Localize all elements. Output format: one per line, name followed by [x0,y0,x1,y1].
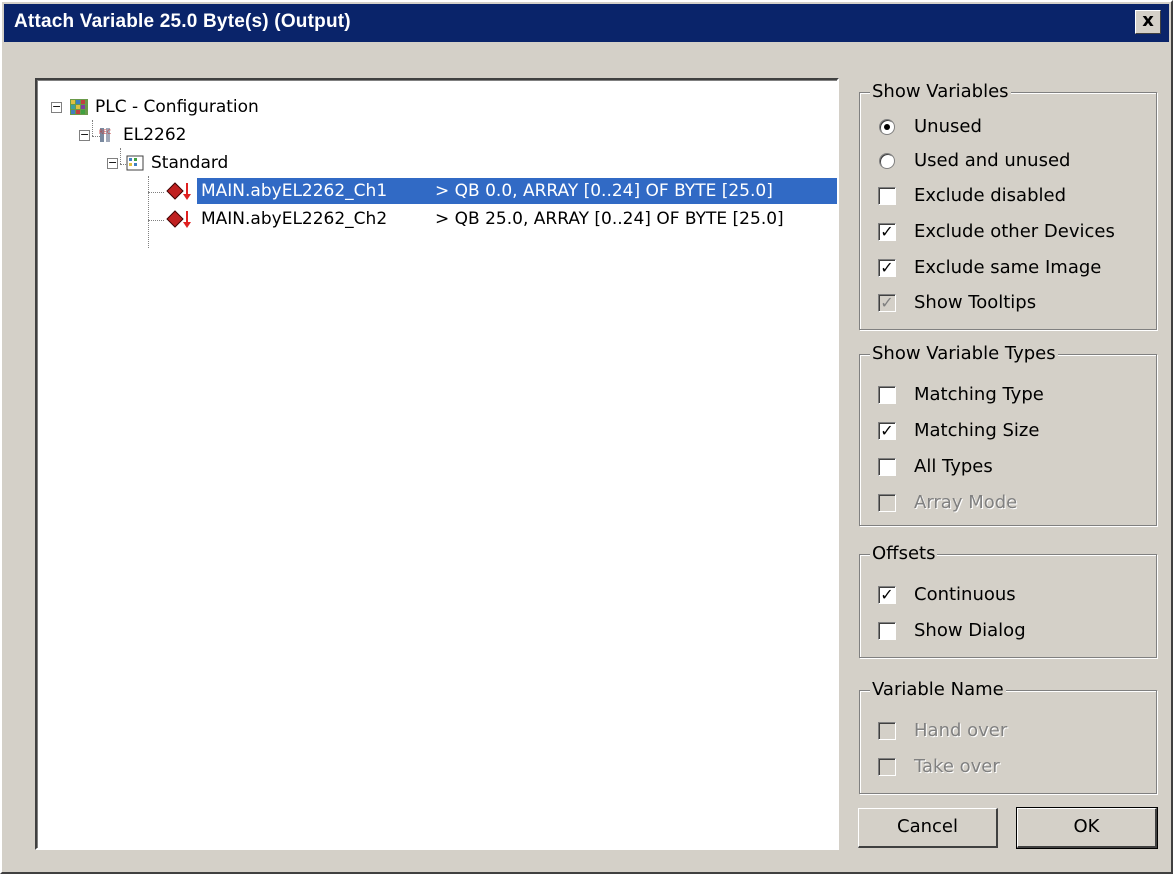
output-variable-icon [166,210,191,228]
folder-icon [126,155,144,171]
tree-node-label: Standard [151,153,229,173]
group-title: Variable Name [870,679,1006,700]
option-label: Exclude other Devices [914,221,1115,242]
checkbox[interactable]: ✓ [878,586,896,604]
tree-connector [120,148,121,164]
checkbox[interactable]: ✓ [878,223,896,241]
group-title: Show Variables [870,81,1011,102]
option-label: Unused [914,116,982,137]
radio-button[interactable] [879,153,895,169]
tree-connector [148,176,149,248]
option-label: Array Mode [914,492,1018,513]
variable-tree[interactable]: − PLC - Configuration − REC EL2262 − Sta… [35,78,839,850]
option-label: Continuous [914,584,1016,605]
tree-node-label: PLC - Configuration [95,97,259,117]
option-label: Matching Type [914,384,1044,405]
checkbox[interactable] [878,187,896,205]
cancel-button[interactable]: Cancel [858,808,998,848]
tree-connector [92,120,93,136]
checkbox[interactable]: ✓ [878,294,896,312]
checkbox[interactable] [878,458,896,476]
svg-text:REC: REC [99,129,111,136]
option-label: Show Tooltips [914,292,1037,313]
dialog-title: Attach Variable 25.0 Byte(s) (Output) [14,11,351,32]
offsets-group: Offsets ✓ Continuous Show Dialog [859,543,1157,658]
option-label: Take over [914,756,1000,777]
variable-entry: MAIN.abyEL2262_Ch2 > QB 25.0, ARRAY [0..… [197,206,841,232]
collapse-toggle[interactable]: − [79,129,90,141]
checkbox[interactable] [878,494,896,512]
checkbox[interactable] [878,722,896,740]
option-label: Used and unused [914,150,1071,171]
option-label: All Types [914,456,993,477]
variable-info: > QB 25.0, ARRAY [0..24] OF BYTE [25.0] [435,209,784,229]
tree-connector [148,220,164,221]
option-label: Matching Size [914,420,1040,441]
checkbox[interactable] [878,386,896,404]
collapse-toggle[interactable]: − [107,157,118,169]
show-variables-group: Show Variables Unused Used and unused Ex… [859,81,1157,330]
tree-connector [148,192,164,193]
collapse-toggle[interactable]: − [51,101,62,113]
attach-variable-dialog: Attach Variable 25.0 Byte(s) (Output) x … [0,0,1173,874]
checkbox[interactable]: ✓ [878,422,896,440]
group-title: Offsets [870,543,938,564]
close-icon: x [1142,10,1154,31]
variable-info: > QB 0.0, ARRAY [0..24] OF BYTE [25.0] [435,181,773,201]
device-icon: REC [99,128,111,142]
title-bar[interactable]: Attach Variable 25.0 Byte(s) (Output) x [4,4,1169,42]
checkbox[interactable] [878,758,896,776]
close-button[interactable]: x [1135,10,1161,34]
variable-name: MAIN.abyEL2262_Ch2 [201,209,388,229]
option-label: Show Dialog [914,620,1026,641]
show-variable-types-group: Show Variable Types Matching Type ✓ Matc… [859,343,1157,526]
option-label: Exclude same Image [914,257,1102,278]
checkbox[interactable] [878,622,896,640]
group-title: Show Variable Types [870,343,1058,364]
option-label: Exclude disabled [914,185,1066,206]
variable-name: MAIN.abyEL2262_Ch1 [201,181,388,201]
radio-button[interactable] [879,119,895,135]
plc-config-icon [70,99,88,115]
checkbox[interactable]: ✓ [878,259,896,277]
variable-name-group: Variable Name Hand over Take over [859,679,1157,794]
selected-variable: MAIN.abyEL2262_Ch1 > QB 0.0, ARRAY [0..2… [197,178,837,204]
option-label: Hand over [914,720,1008,741]
tree-node-label: EL2262 [123,125,187,145]
output-variable-icon [166,182,191,200]
ok-button[interactable]: OK [1016,807,1158,849]
